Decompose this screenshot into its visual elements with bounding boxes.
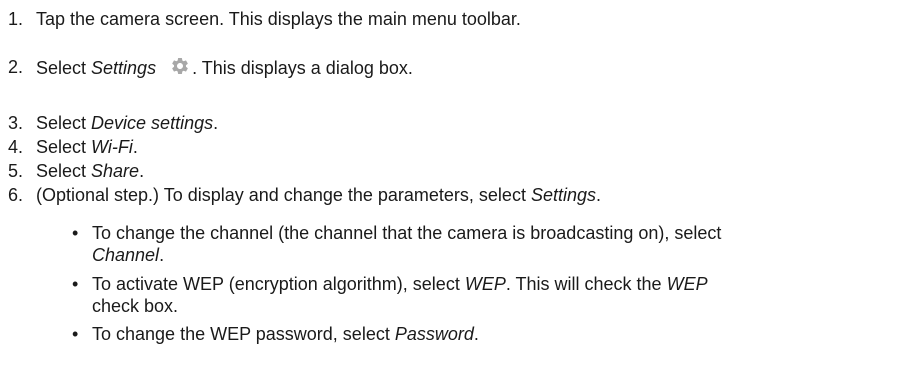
bullet-text-emphasis: Password bbox=[394, 324, 474, 344]
bullet-text-emphasis-2: WEP bbox=[666, 274, 708, 294]
bullet-text: To change the channel (the channel that … bbox=[92, 223, 722, 243]
bullet-text-post: . bbox=[473, 324, 479, 344]
step-text-pre: Select bbox=[36, 161, 92, 181]
step-text-emphasis: Share bbox=[91, 161, 140, 181]
step-number: 2. bbox=[8, 57, 24, 77]
bullet-text-pre: To change the WEP password, select bbox=[92, 324, 395, 344]
step-text-emphasis: Settings bbox=[530, 185, 596, 205]
step-text-post: . bbox=[596, 185, 602, 205]
step-text-post: . This displays a dialog box. bbox=[192, 58, 413, 78]
step-text-emphasis: Device settings bbox=[91, 113, 214, 133]
bullet-text-pre: To activate WEP (encryption algorithm), … bbox=[92, 274, 465, 294]
gear-icon bbox=[170, 56, 190, 81]
bullet-text: check box. bbox=[92, 296, 179, 316]
bullet-text-emphasis: WEP bbox=[464, 274, 506, 294]
bullet-text-post: . bbox=[159, 245, 165, 265]
step-text-pre: Select bbox=[36, 113, 92, 133]
step-text-pre: Select bbox=[36, 137, 92, 157]
bullet-icon: • bbox=[72, 274, 79, 294]
bullet-icon: • bbox=[72, 324, 79, 344]
step-number: 4. bbox=[8, 137, 24, 157]
step-text-post: . bbox=[139, 161, 145, 181]
step-number: 5. bbox=[8, 161, 24, 181]
step-number: 1. bbox=[8, 9, 24, 29]
step-number: 6. bbox=[8, 185, 24, 205]
bullet-text-emphasis: Channel bbox=[92, 245, 160, 265]
step-text-pre: (Optional step.) To display and change t… bbox=[36, 185, 531, 205]
bullet-text-mid: . This will check the bbox=[505, 274, 667, 294]
step-number: 3. bbox=[8, 113, 24, 133]
step-text: Tap the camera screen. This displays the… bbox=[36, 9, 521, 29]
step-text-post: . bbox=[213, 113, 219, 133]
step-text-pre: Select bbox=[36, 58, 92, 78]
step-text-emphasis: Settings bbox=[91, 58, 157, 78]
instructions-document: 1. Tap the camera screen. This displays … bbox=[0, 0, 922, 388]
step-text-post: . bbox=[132, 137, 138, 157]
bullet-icon: • bbox=[72, 223, 79, 243]
step-text-emphasis: Wi-Fi bbox=[91, 137, 133, 157]
